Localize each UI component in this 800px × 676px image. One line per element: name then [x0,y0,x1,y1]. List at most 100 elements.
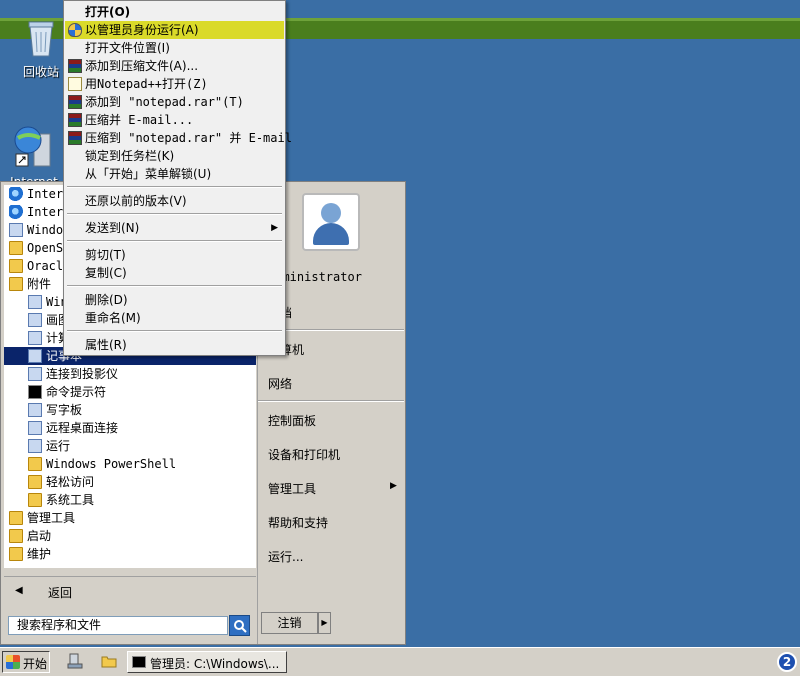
context-menu-item-label: 删除(D) [85,293,128,307]
context-menu-item[interactable]: 还原以前的版本(V) [65,192,284,210]
program-item[interactable]: 轻松访问 [4,473,256,491]
program-item-label: 维护 [27,547,52,561]
program-item-label: 附件 [27,277,52,291]
run-link[interactable]: 运行... [268,548,303,565]
run-icon [28,439,42,453]
folder-icon [9,511,23,525]
program-item[interactable]: 启动 [4,527,256,545]
desktop-icon-internet[interactable]: Internet [10,122,58,189]
program-item-label: Windows PowerShell [46,457,177,471]
notification-count: 2 [782,655,792,669]
context-menu-item[interactable]: 发送到(N) ▶ [65,219,284,237]
winrar-icon [68,95,82,109]
programs-divider [4,576,256,577]
uac-shield-icon [68,23,82,37]
context-menu-item-label: 以管理员身份运行(A) [85,23,199,37]
context-menu-separator [67,186,282,188]
context-menu-separator [67,240,282,242]
program-item[interactable]: 系统工具 [4,491,256,509]
user-avatar[interactable] [302,193,360,251]
taskbar-item-cmd[interactable]: 管理员: C:\Windows\... [127,651,287,673]
network-link[interactable]: 网络 [268,375,292,392]
folder-icon [28,457,42,471]
program-item[interactable]: 远程桌面连接 [4,419,256,437]
program-item[interactable]: 维护 [4,545,256,563]
desktop-icon-recycle-bin[interactable]: 回收站 [18,18,64,80]
context-menu-item-label: 打开文件位置(I) [85,41,170,55]
context-menu-item[interactable]: 打开文件位置(I) [65,39,284,57]
control-panel-link[interactable]: 控制面板 [268,412,316,429]
desktop-icon-label: 回收站 [22,65,59,79]
folder-icon [28,475,42,489]
context-menu-item[interactable]: 锁定到任务栏(K) [65,147,284,165]
search-input[interactable]: 搜索程序和文件 [8,616,228,635]
program-item[interactable]: Windows PowerShell [4,455,256,473]
context-menu-item-label: 剪切(T) [85,248,126,262]
context-menu-item[interactable]: 打开(O) [65,3,284,21]
context-menu-item-label: 压缩到 "notepad.rar" 并 E-mail [85,131,292,145]
submenu-arrow-icon: ▶ [390,481,397,491]
notepad-plus-plus-icon [68,77,82,91]
program-item-label: 远程桌面连接 [46,421,119,435]
program-item[interactable]: 写字板 [4,401,256,419]
winrar-icon [68,131,82,145]
windows-update-icon [9,223,23,237]
shutdown-options-button[interactable]: ▶ [318,612,331,634]
search-button[interactable] [229,615,250,636]
context-menu-item[interactable]: 属性(R) [65,336,284,354]
context-menu-item-label: 添加到 "notepad.rar"(T) [85,95,244,109]
folder-icon [9,259,23,273]
winrar-icon [68,59,82,73]
windows-logo-icon [6,655,20,669]
paint-icon [28,313,42,327]
logoff-button[interactable]: 注销 [261,612,318,634]
back-label: 返回 [48,586,73,600]
context-menu-item[interactable]: 添加到压缩文件(A)... [65,57,284,75]
chevron-right-icon: ▶ [321,618,328,627]
context-menu-item[interactable]: 压缩到 "notepad.rar" 并 E-mail [65,129,292,147]
search-placeholder: 搜索程序和文件 [17,618,102,632]
program-item-label: 轻松访问 [46,475,95,489]
server-manager-icon[interactable] [67,653,83,669]
context-menu-item[interactable]: 以管理员身份运行(A) [65,21,284,39]
context-menu-item[interactable]: 添加到 "notepad.rar"(T) [65,93,284,111]
help-support-link[interactable]: 帮助和支持 [268,514,328,531]
context-menu-item[interactable]: 删除(D) [65,291,284,309]
cmd-icon [132,656,146,668]
start-button[interactable]: 开始 [2,651,50,673]
program-item-label: 系统工具 [46,493,95,507]
context-menu-item-label: 从「开始」菜单解锁(U) [85,167,212,181]
program-item-label: 运行 [46,439,71,453]
back-button[interactable]: ◀ 返回 [4,580,256,604]
projector-icon [28,367,42,381]
admin-tools-link[interactable]: 管理工具 [268,480,316,497]
program-item[interactable]: 命令提示符 [4,383,256,401]
context-menu-item[interactable]: 用Notepad++打开(Z) [65,75,284,93]
notification-badge-icon[interactable]: 2 [777,652,797,672]
internet-explorer-icon [14,126,51,167]
remote-desktop-icon [28,421,42,435]
context-menu-item[interactable]: 复制(C) [65,264,284,282]
devices-printers-link[interactable]: 设备和打印机 [268,446,340,463]
context-menu-item-label: 属性(R) [85,338,127,352]
context-menu-item-label: 发送到(N) [85,221,140,235]
admin-tools-label: 管理工具 [268,482,317,496]
folder-icon [9,241,23,255]
ie-icon [9,205,23,219]
arrow-left-icon: ◀ [15,585,23,596]
program-item[interactable]: 管理工具 [4,509,256,527]
context-menu-item[interactable]: 重命名(M) [65,309,284,327]
taskbar: 开始 管理员: C:\Windows\... 2 [0,647,800,676]
context-menu-item[interactable]: 从「开始」菜单解锁(U) [65,165,284,183]
program-item[interactable]: 连接到投影仪 [4,365,256,383]
context-menu-item-label: 还原以前的版本(V) [85,194,187,208]
context-menu-item[interactable]: 剪切(T) [65,246,284,264]
context-menu-separator [67,285,282,287]
wordpad-icon [28,403,42,417]
context-menu-item[interactable]: 压缩并 E-mail... [65,111,284,129]
program-item[interactable]: 运行 [4,437,256,455]
recycle-bin-icon [28,21,54,57]
explorer-folder-icon[interactable] [101,653,117,669]
logoff-label: 注销 [277,616,302,630]
context-menu-item-label: 压缩并 E-mail... [85,113,194,127]
